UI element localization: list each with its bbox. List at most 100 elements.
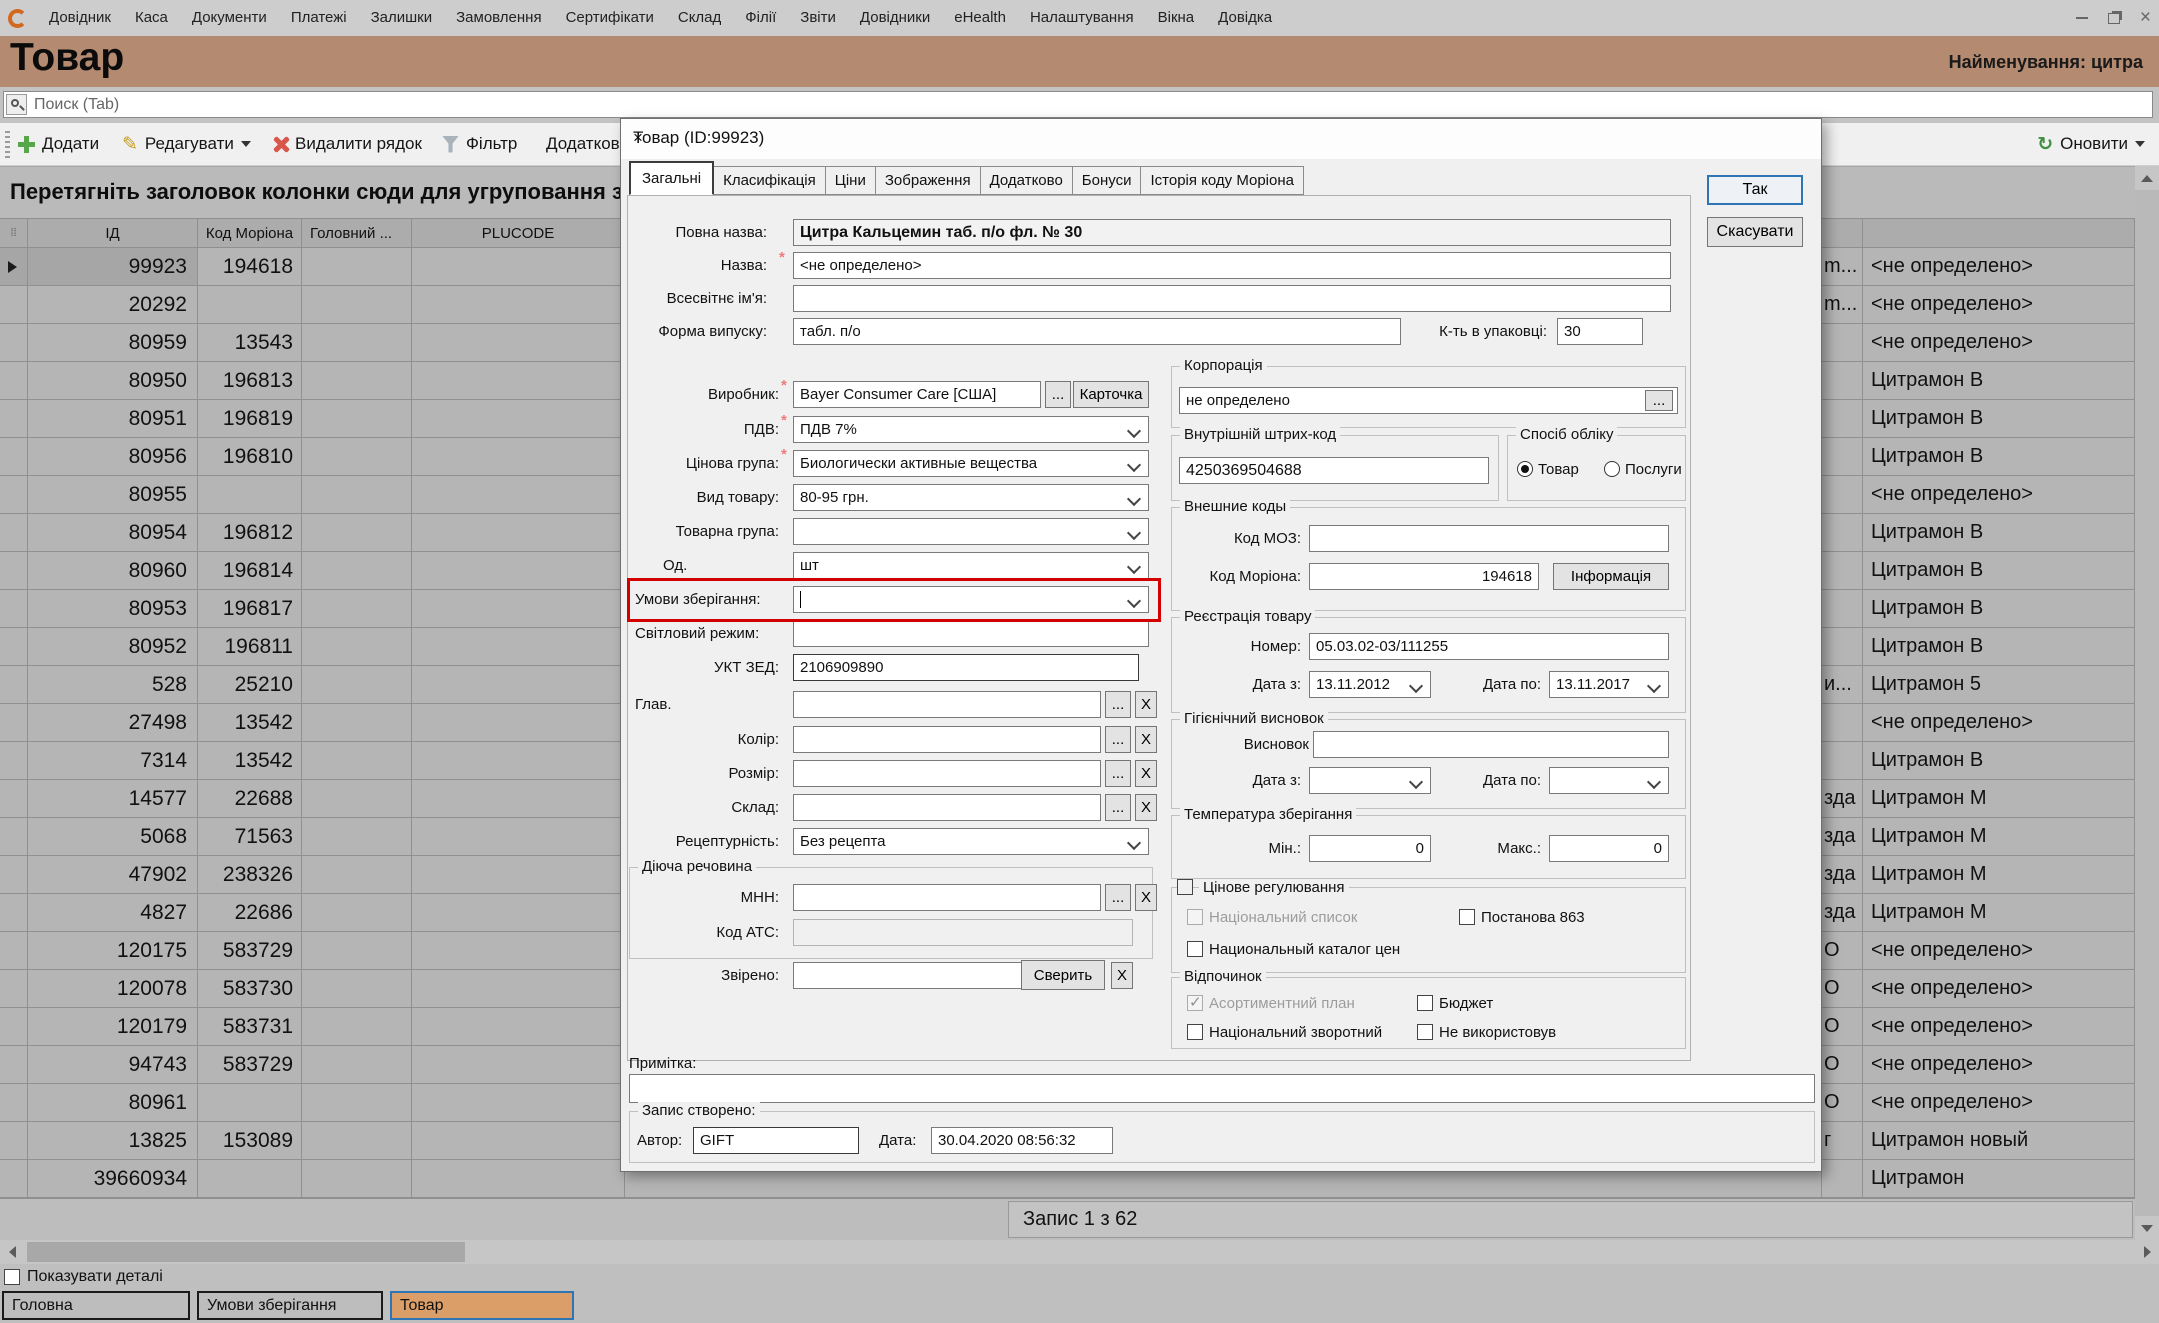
cell-empty[interactable] (412, 400, 625, 438)
cell-partial[interactable]: О (1822, 970, 1863, 1008)
menu-item-6[interactable]: Замовлення (444, 0, 553, 36)
cell-id[interactable]: 120078 (28, 970, 198, 1008)
row-indicator[interactable] (0, 362, 28, 400)
cell-empty[interactable] (302, 704, 412, 742)
row-indicator[interactable] (0, 248, 28, 286)
manufacturer-field[interactable]: Bayer Consumer Care [США] (793, 381, 1041, 408)
row-indicator[interactable] (0, 780, 28, 818)
cell-morion-code[interactable]: 13543 (198, 324, 302, 362)
cell-morion-code[interactable]: 583729 (198, 932, 302, 970)
cell-id[interactable]: 14577 (28, 780, 198, 818)
cell-empty[interactable] (302, 628, 412, 666)
cell-name[interactable]: Цитрамон В (1863, 742, 2135, 780)
cell-name[interactable]: <не определено> (1863, 248, 2135, 286)
cell-partial[interactable]: m... (1822, 248, 1863, 286)
cell-partial[interactable]: зда (1822, 894, 1863, 932)
row-indicator[interactable] (0, 400, 28, 438)
row-indicator[interactable] (0, 628, 28, 666)
vertical-scrollbar[interactable] (2135, 166, 2159, 1240)
cell-id[interactable]: 20292 (28, 286, 198, 324)
cell-partial[interactable]: зда (1822, 818, 1863, 856)
cell-morion-code[interactable] (198, 1160, 302, 1198)
cell-empty[interactable] (412, 1160, 625, 1198)
corporation-browse-button[interactable]: ... (1645, 390, 1673, 411)
world-name-field[interactable] (793, 285, 1671, 312)
cell-empty[interactable] (412, 628, 625, 666)
cell-empty[interactable] (412, 894, 625, 932)
cell-id[interactable]: 80956 (28, 438, 198, 476)
cell-partial[interactable] (1822, 438, 1863, 476)
cell-partial[interactable]: m... (1822, 286, 1863, 324)
cell-partial[interactable]: зда (1822, 856, 1863, 894)
scroll-left-icon[interactable] (0, 1240, 24, 1264)
column-header-morion[interactable]: Код Моріона (198, 218, 302, 248)
dialog-titlebar[interactable]: Товар (ID:99923) × (621, 119, 1821, 159)
cell-empty[interactable] (412, 590, 625, 628)
cell-partial[interactable] (1822, 552, 1863, 590)
color-field[interactable] (793, 726, 1101, 753)
filter-button[interactable]: Фільтр (442, 123, 517, 165)
size-clear-button[interactable]: X (1135, 760, 1157, 787)
row-indicator[interactable] (0, 552, 28, 590)
cell-name[interactable]: Цитрамон В (1863, 628, 2135, 666)
minimize-icon[interactable] (2076, 17, 2088, 19)
menu-item-15[interactable]: Довідка (1206, 0, 1284, 36)
bottom-tab-3[interactable]: Товар (390, 1291, 574, 1320)
cell-empty[interactable] (302, 1160, 412, 1198)
prescription-combo[interactable]: Без рецепта (793, 828, 1149, 855)
cell-name[interactable]: Цитрамон М (1863, 780, 2135, 818)
cell-empty[interactable] (302, 666, 412, 704)
row-indicator[interactable] (0, 476, 28, 514)
cell-empty[interactable] (412, 1122, 625, 1160)
national-catalog-checkbox[interactable] (1187, 941, 1203, 957)
cell-name[interactable]: Цитрамон М (1863, 856, 2135, 894)
row-indicator[interactable] (0, 666, 28, 704)
cell-partial[interactable]: О (1822, 1046, 1863, 1084)
cell-name[interactable]: <не определено> (1863, 970, 2135, 1008)
cell-name[interactable]: Цитрамон В (1863, 590, 2135, 628)
cell-name[interactable]: Цитрамон В (1863, 438, 2135, 476)
cell-morion-code[interactable]: 238326 (198, 856, 302, 894)
cell-name[interactable]: Цитрамон В (1863, 552, 2135, 590)
ukt-zed-field[interactable]: 2106909890 (793, 654, 1139, 681)
author-field[interactable]: GIFT (693, 1127, 859, 1154)
cell-morion-code[interactable]: 583731 (198, 1008, 302, 1046)
close-icon[interactable]: × (2140, 0, 2151, 36)
dialog-tab-1[interactable]: Загальні (629, 161, 714, 195)
row-indicator[interactable] (0, 894, 28, 932)
close-icon[interactable]: × (633, 128, 1805, 148)
cell-empty[interactable] (412, 1008, 625, 1046)
cancel-button[interactable]: Скасувати (1707, 217, 1803, 247)
cell-morion-code[interactable]: 13542 (198, 742, 302, 780)
cell-partial[interactable] (1822, 628, 1863, 666)
dialog-tab-5[interactable]: Додатково (981, 166, 1073, 195)
column-header-partial[interactable] (1822, 218, 1863, 248)
cell-empty[interactable] (302, 248, 412, 286)
cell-empty[interactable] (412, 552, 625, 590)
cell-empty[interactable] (302, 818, 412, 856)
full-name-field[interactable]: Цитра Кальцемин таб. п/о фл. № 30 (793, 219, 1671, 246)
cell-id[interactable]: 13825 (28, 1122, 198, 1160)
scroll-right-icon[interactable] (2135, 1240, 2159, 1264)
cell-empty[interactable] (302, 932, 412, 970)
cell-morion-code[interactable]: 13542 (198, 704, 302, 742)
cell-morion-code[interactable]: 196813 (198, 362, 302, 400)
cell-name[interactable]: <не определено> (1863, 476, 2135, 514)
scrollbar-thumb[interactable] (27, 1242, 465, 1262)
menu-item-14[interactable]: Вікна (1146, 0, 1207, 36)
cell-partial[interactable]: О (1822, 1008, 1863, 1046)
cell-partial[interactable] (1822, 476, 1863, 514)
cell-partial[interactable]: О (1822, 932, 1863, 970)
cell-empty[interactable] (412, 1084, 625, 1122)
moz-code-field[interactable] (1309, 525, 1669, 552)
cell-name[interactable]: Цитрамон В (1863, 514, 2135, 552)
cell-id[interactable]: 80961 (28, 1084, 198, 1122)
cell-empty[interactable] (302, 438, 412, 476)
storage-conditions-combo[interactable] (793, 586, 1149, 613)
cell-name[interactable]: <не определено> (1863, 286, 2135, 324)
more-button[interactable]: Додатково (546, 123, 629, 165)
menu-item-13[interactable]: Налаштування (1018, 0, 1146, 36)
pack-qty-field[interactable]: 30 (1557, 318, 1643, 345)
cell-empty[interactable] (412, 666, 625, 704)
cell-empty[interactable] (302, 1046, 412, 1084)
